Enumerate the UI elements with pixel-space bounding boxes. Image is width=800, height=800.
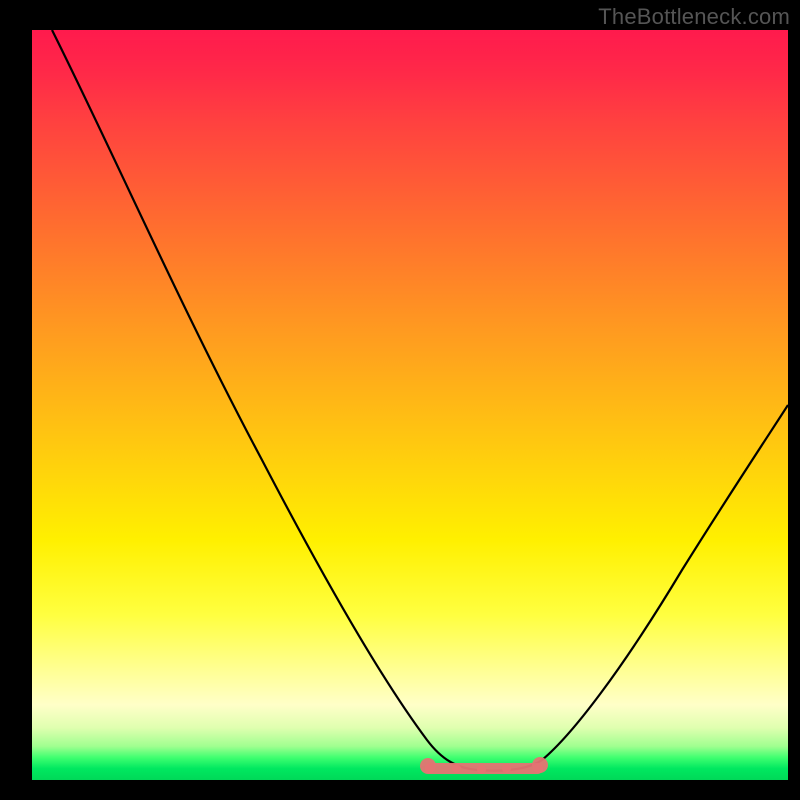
plot-area [32, 30, 788, 780]
curve-path [52, 30, 788, 771]
bottleneck-curve [32, 30, 788, 780]
watermark-text: TheBottleneck.com [598, 4, 790, 30]
curve-min-marker-mid1 [452, 764, 461, 773]
curve-min-marker-mid3 [502, 764, 511, 773]
curve-min-marker-left [420, 758, 436, 774]
curve-min-marker-mid2 [477, 765, 486, 774]
curve-min-marker-right [532, 757, 548, 773]
